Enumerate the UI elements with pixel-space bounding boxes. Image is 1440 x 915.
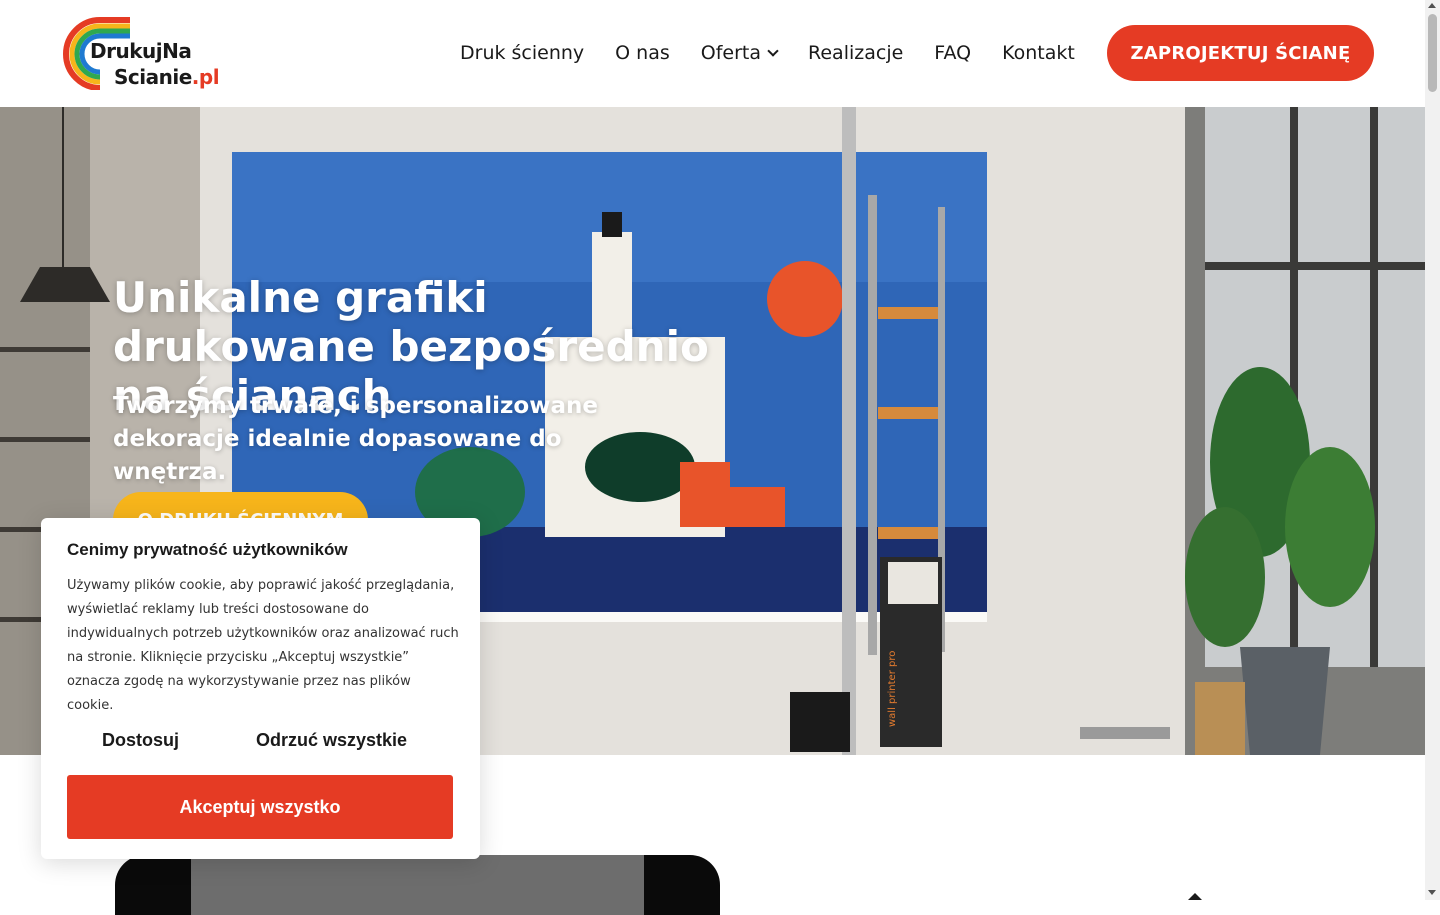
nav-item-oferta[interactable]: Oferta xyxy=(700,42,779,64)
cookie-title: Cenimy prywatność użytkowników xyxy=(67,540,348,559)
scroll-up-arrow-icon[interactable] xyxy=(1428,3,1436,8)
scrollbar-thumb[interactable] xyxy=(1428,14,1437,92)
accept-all-button[interactable]: Akceptuj wszystko xyxy=(67,775,453,839)
nav-label: FAQ xyxy=(934,42,972,64)
site-logo[interactable]: DrukujNa Scianie.pl xyxy=(60,16,235,90)
nav-item-realizacje[interactable]: Realizacje xyxy=(808,42,903,64)
scroll-down-arrow-icon[interactable] xyxy=(1428,890,1436,895)
printer-label: wall printer pro xyxy=(887,651,898,727)
nav-label: Realizacje xyxy=(808,42,904,64)
nav-label: Oferta xyxy=(700,42,762,64)
main-nav: Druk ścienny O nas Oferta Realizacje FAQ… xyxy=(460,38,1075,68)
cookie-description: Używamy plików cookie, aby poprawić jako… xyxy=(67,578,459,713)
nav-label: Kontakt xyxy=(1002,42,1075,64)
nav-item-o-nas[interactable]: O nas xyxy=(615,42,670,64)
reject-all-button[interactable]: Odrzuć wszystkie xyxy=(256,730,407,751)
nav-label: O nas xyxy=(615,42,670,64)
customize-button[interactable]: Dostosuj xyxy=(102,730,179,751)
page-scrollbar[interactable] xyxy=(1425,0,1440,900)
site-header: DrukujNa Scianie.pl Druk ścienny O nas O… xyxy=(0,0,1425,107)
chevron-down-icon xyxy=(767,44,779,57)
hero-subtitle: Tworzymy trwałe, i spersonalizowane deko… xyxy=(113,393,598,485)
nav-item-druk-scienny[interactable]: Druk ścienny xyxy=(460,42,584,64)
scroll-top-icon[interactable] xyxy=(1188,893,1202,900)
video-preview-card[interactable] xyxy=(115,855,720,915)
cookie-consent-dialog: Cenimy prywatność użytkowników Używamy p… xyxy=(41,518,480,859)
design-wall-button[interactable]: ZAPROJEKTUJ ŚCIANĘ xyxy=(1107,25,1374,81)
video-thumbnail xyxy=(191,855,644,915)
logo-wordmark: DrukujNa Scianie.pl xyxy=(90,38,220,90)
nav-label: Druk ścienny xyxy=(460,42,585,64)
logo-line1: DrukujNa xyxy=(90,39,192,63)
logo-tld: .pl xyxy=(191,65,220,89)
logo-line2: Scianie xyxy=(114,65,192,89)
nav-item-kontakt[interactable]: Kontakt xyxy=(1002,42,1075,64)
nav-item-faq[interactable]: FAQ xyxy=(934,42,971,64)
